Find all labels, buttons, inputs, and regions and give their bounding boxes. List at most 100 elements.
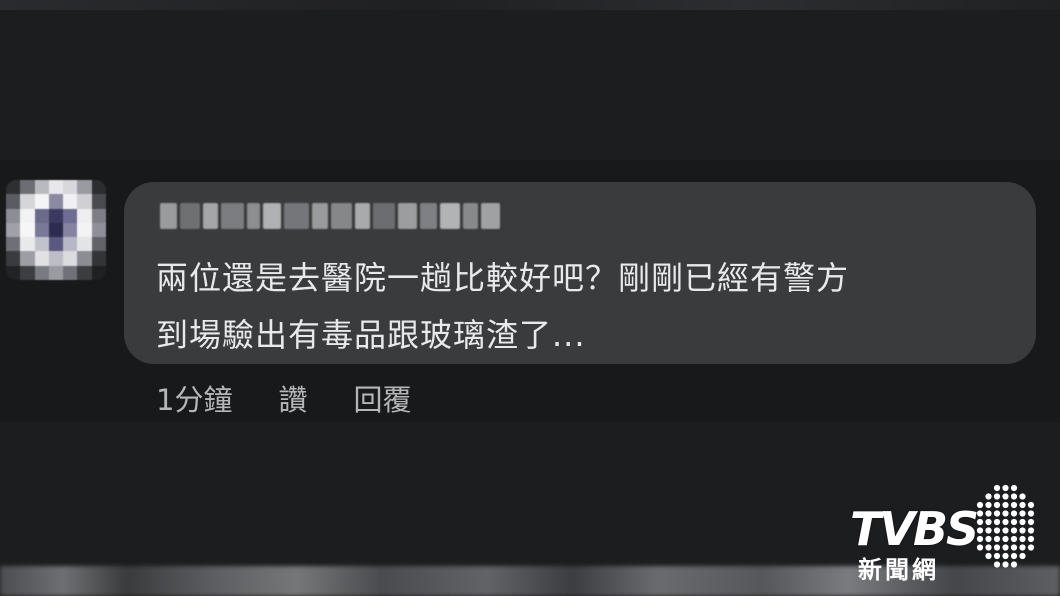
logo-dot: [1002, 518, 1009, 526]
avatar-pixel: [77, 208, 92, 223]
avatar-pixel: [63, 208, 78, 223]
comment-text: 兩位還是去醫院一趟比較好吧？剛剛已經有警方 到場驗出有毒品跟玻璃渣了...: [156, 250, 1016, 364]
author-name-pixel: [355, 203, 370, 229]
logo-dot: [1027, 544, 1035, 551]
logo-dot: [993, 501, 1001, 509]
author-name-pixel: [420, 203, 437, 229]
author-name-pixel: [203, 203, 219, 229]
author-name-pixel: [262, 203, 282, 229]
avatar-pixel: [20, 222, 35, 238]
avatar-pixel: [77, 251, 92, 266]
logo-dot: [985, 493, 992, 500]
logo-dot: [1019, 544, 1026, 551]
avatar-pixel: [91, 237, 106, 252]
avatar-pixel: [48, 265, 64, 280]
logo-dot: [993, 527, 1001, 534]
logo-dot: [1019, 527, 1026, 534]
logo-dot: [1010, 561, 1018, 568]
avatar-pixel: [34, 180, 49, 195]
logo-dot: [1027, 518, 1035, 526]
avatar-pixel: [77, 222, 92, 238]
tvbs-watermark-logo: TVBS 新聞網: [848, 478, 1038, 584]
logo-dot: [1002, 561, 1009, 568]
logo-dot: [993, 510, 1001, 517]
reply-button[interactable]: 回覆: [353, 377, 411, 419]
avatar-pixel: [6, 251, 21, 266]
logo-dot: [1002, 535, 1009, 543]
avatar-pixel: [6, 222, 21, 238]
avatar-pixel: [34, 208, 49, 223]
logo-dot: [985, 501, 992, 509]
logo-dot: [1019, 493, 1026, 500]
logo-dot: [993, 535, 1001, 543]
logo-dot: [976, 535, 984, 543]
logo-dot: [993, 518, 1001, 526]
author-name-pixel: [481, 203, 500, 229]
author-name-pixelated[interactable]: [160, 198, 500, 234]
avatar-pixel: [48, 180, 64, 195]
logo-dot: [1010, 544, 1018, 551]
avatar-pixel: [48, 237, 64, 252]
logo-dot: [993, 561, 1001, 568]
avatar-pixel: [20, 180, 35, 195]
logo-dot: [1010, 518, 1018, 526]
logo-dot: [1019, 552, 1026, 560]
logo-dot: [985, 518, 992, 526]
author-name-pixel: [311, 203, 329, 229]
author-name-pixel: [160, 203, 177, 229]
avatar-pixel: [20, 208, 35, 223]
logo-dot: [1002, 484, 1009, 492]
logo-dot: [976, 510, 984, 517]
timestamp[interactable]: 1分鐘: [156, 377, 232, 419]
avatar-pixel: [34, 251, 49, 266]
avatar-pixel: [91, 208, 106, 223]
logo-dot: [993, 484, 1001, 492]
logo-dot: [1010, 552, 1018, 560]
avatar-pixel: [77, 194, 92, 209]
screenshot-canvas: 兩位還是去醫院一趟比較好吧？剛剛已經有警方 到場驗出有毒品跟玻璃渣了... 1分…: [0, 0, 1060, 596]
logo-dot: [993, 552, 1001, 560]
logo-dot: [1027, 510, 1035, 517]
avatar-pixel: [91, 251, 106, 266]
author-name-pixel: [246, 203, 260, 229]
author-name-pixel: [331, 203, 352, 229]
avatar-pixel: [63, 251, 78, 266]
logo-dot: [1002, 493, 1009, 500]
logo-dot: [1010, 535, 1018, 543]
logo-dot: [1010, 501, 1018, 509]
avatar-pixel: [34, 194, 49, 209]
avatar-pixel: [77, 237, 92, 252]
logo-dot: [1002, 552, 1009, 560]
avatar-pixel: [91, 194, 106, 209]
logo-dot: [976, 501, 984, 509]
logo-dot: [1019, 501, 1026, 509]
author-name-pixel: [439, 203, 461, 229]
avatar-pixel: [6, 194, 21, 209]
like-button[interactable]: 讚: [278, 377, 307, 419]
brand-text: TVBS: [850, 502, 979, 556]
logo-dot: [985, 544, 992, 551]
author-name-pixel: [284, 203, 309, 229]
logo-dot: [985, 527, 992, 534]
logo-dot: [1027, 527, 1035, 534]
avatar-pixel: [91, 222, 106, 238]
comment-actions: 1分鐘 讚 回覆: [156, 378, 411, 418]
avatar-pixel: [48, 251, 64, 266]
blurred-top-edge: [0, 0, 1060, 10]
brand-subtitle: 新聞網: [858, 556, 939, 584]
logo-dot: [1002, 544, 1009, 551]
avatar-pixel: [6, 180, 21, 195]
avatar-pixel: [20, 237, 35, 252]
comment-text-line: 到場驗出有毒品跟玻璃渣了...: [156, 316, 586, 354]
avatar-pixel: [48, 222, 64, 238]
avatar-pixel: [20, 251, 35, 266]
logo-dot: [1010, 527, 1018, 534]
comment-text-line: 兩位還是去醫院一趟比較好吧？剛剛已經有警方: [156, 259, 850, 297]
logo-dot: [993, 493, 1001, 500]
logo-dot: [976, 518, 984, 526]
avatar-pixel: [48, 208, 64, 223]
logo-dot: [985, 535, 992, 543]
avatar-pixel: [77, 180, 92, 195]
logo-dot: [1019, 535, 1026, 543]
avatar[interactable]: [6, 180, 106, 280]
